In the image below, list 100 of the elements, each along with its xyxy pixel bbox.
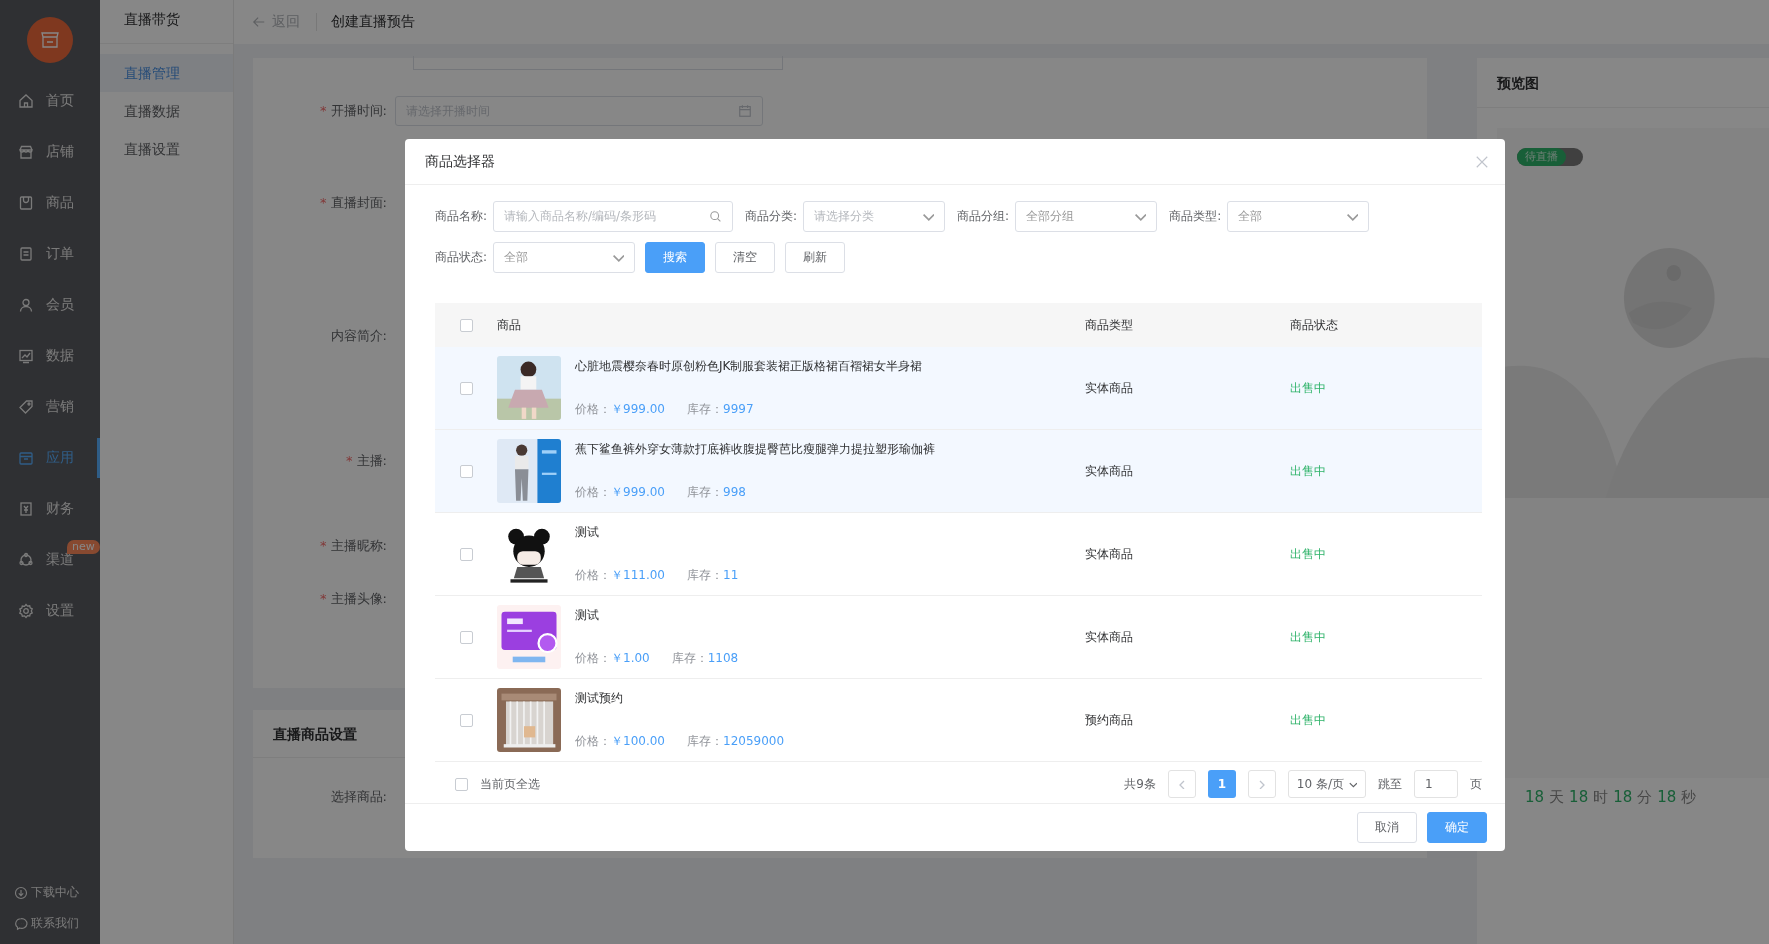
status-text: 出售中 [1290, 462, 1327, 480]
dialog-title: 商品选择器 [425, 152, 495, 171]
search-field[interactable]: 请输入商品名称/编码/条形码 [493, 201, 734, 232]
table-row[interactable]: 测试 价格：￥1.00 库存：1108 实体商品 出售中 [435, 596, 1482, 679]
sidebar-item[interactable]: 会员 [0, 285, 100, 325]
chat-icon [14, 916, 28, 931]
status-text: 出售中 [1290, 379, 1327, 397]
field-label: * 直播封面: [319, 194, 388, 212]
select-field[interactable]: 请选择分类 [803, 201, 946, 232]
filter-label: 商品分类: [745, 208, 798, 225]
filter-label: 商品名称: [435, 208, 488, 225]
table-row[interactable]: 测试预约 价格：￥100.00 库存：12059000 预约商品 出售中 [435, 679, 1482, 762]
table-cell-text: 实体商品 [1085, 462, 1134, 480]
select-field[interactable]: 全部分组 [1015, 201, 1158, 232]
field-label: * 主播头像: [319, 590, 388, 608]
sidebar-item[interactable]: 订单 [0, 234, 100, 274]
sidebar-item[interactable]: 数据 [0, 336, 100, 376]
field-label: 内容简介: [329, 327, 388, 345]
sidebar-item[interactable]: 营销 [0, 387, 100, 427]
checkbox[interactable] [459, 630, 473, 644]
sidebar-item[interactable]: 财务 [0, 489, 100, 529]
panel-title: 预览图 [1477, 58, 1769, 108]
jump-label: 跳至 [1378, 775, 1402, 793]
cancel-button[interactable]: 取消 [1357, 812, 1417, 843]
table-cell-text: 实体商品 [1085, 628, 1134, 646]
column-header: 商品类型 [1085, 316, 1134, 334]
tag-icon [18, 399, 34, 415]
required-mark: * [320, 103, 327, 118]
document-icon [18, 246, 34, 262]
checkbox[interactable] [459, 464, 473, 478]
filter-label: 商品类型: [1169, 208, 1222, 225]
network-icon [18, 552, 34, 568]
home-icon [18, 93, 34, 109]
price-text: 价格：￥100.00 [575, 733, 665, 750]
sub-nav-item[interactable]: 直播数据 [100, 92, 233, 130]
bag-icon [18, 195, 34, 211]
page-number[interactable]: 1 [1207, 770, 1236, 798]
column-header: 商品 [497, 316, 522, 334]
required-mark: * [320, 538, 327, 553]
table-row[interactable]: 心脏地震樱奈春时原创粉色JK制服套装裙正版格裙百褶裙女半身裙 价格：￥999.00 库存：9997 实体商品 出售中 [435, 347, 1482, 430]
table-row[interactable]: 测试 价格：￥111.00 库存：11 实体商品 出售中 [435, 513, 1482, 596]
page-title: 创建直播预告 [331, 13, 415, 31]
stock-text: 库存：998 [687, 484, 746, 501]
sub-nav-item[interactable]: 直播设置 [100, 130, 233, 168]
stock-text: 库存：12059000 [687, 733, 785, 750]
product-name: 测试预约 [575, 690, 624, 707]
footer-link[interactable]: 下载中心 [14, 884, 100, 901]
new-badge: new [67, 540, 100, 554]
product-name: 蕉下鲨鱼裤外穿女薄款打底裤收腹提臀芭比瘦腿弹力提拉塑形瑜伽裤 [575, 441, 935, 458]
sidebar-item[interactable]: 首页 [0, 81, 100, 121]
checkbox[interactable] [459, 381, 473, 395]
price-text: 价格：￥999.00 [575, 401, 665, 418]
select-all-label: 当前页全选 [480, 775, 540, 793]
footer-link[interactable]: 联系我们 [14, 915, 100, 932]
table-cell-text: 预约商品 [1085, 711, 1134, 729]
product-name: 测试 [575, 607, 600, 624]
field-label: * 主播: [345, 452, 388, 470]
sidebar-item[interactable]: 设置 [0, 591, 100, 631]
checkbox[interactable] [459, 318, 473, 332]
filter-label: 商品状态: [435, 249, 488, 266]
checkbox[interactable] [459, 713, 473, 727]
sidebar-item[interactable]: 商品 [0, 183, 100, 223]
table-row[interactable]: 蕉下鲨鱼裤外穿女薄款打底裤收腹提臀芭比瘦腿弹力提拉塑形瑜伽裤 价格：￥999.00 库存：998 实体商品 出售中 [435, 430, 1482, 513]
download-icon [14, 885, 28, 900]
status-text: 出售中 [1290, 545, 1327, 563]
search-button[interactable]: 搜索 [645, 242, 706, 273]
table-cell-text: 实体商品 [1085, 545, 1134, 563]
field-label: * 主播昵称: [319, 537, 388, 555]
sidebar-item[interactable]: 渠道 new [0, 540, 100, 580]
search-icon [709, 210, 723, 223]
select-field[interactable]: 全部 [1227, 201, 1370, 232]
page-input[interactable]: 1 [1414, 770, 1458, 798]
previous-page-button[interactable] [1167, 770, 1196, 798]
stock-text: 库存：1108 [671, 650, 739, 667]
close-icon[interactable] [1475, 154, 1489, 169]
price-text: 价格：￥1.00 [575, 650, 650, 667]
field-label: 选择商品: [329, 788, 388, 806]
action-button[interactable]: 清空 [715, 242, 776, 273]
stock-text: 库存：11 [687, 567, 739, 584]
required-mark: * [346, 453, 353, 468]
next-page-button[interactable] [1247, 770, 1276, 798]
product-name: 测试 [575, 524, 600, 541]
price-text: 价格：￥111.00 [575, 567, 665, 584]
chart-icon [18, 348, 34, 364]
sub-nav-item[interactable]: 直播管理 [100, 54, 233, 92]
status-text: 出售中 [1290, 711, 1327, 729]
select-field[interactable]: 全部 [493, 242, 636, 273]
checkbox[interactable] [459, 547, 473, 561]
action-button[interactable]: 刷新 [785, 242, 846, 273]
stock-text: 库存：9997 [687, 401, 754, 418]
confirm-button[interactable]: 确定 [1427, 812, 1487, 843]
column-header: 商品状态 [1290, 316, 1339, 334]
user-icon [18, 297, 34, 313]
calendar-icon [738, 104, 752, 118]
box-icon [18, 450, 34, 466]
total-count: 共9条 [1124, 775, 1156, 793]
page-size-select[interactable]: 10 条/页 [1287, 770, 1366, 798]
money-icon [18, 501, 34, 517]
sidebar-item[interactable]: 店铺 [0, 132, 100, 172]
checkbox[interactable] [455, 777, 468, 791]
